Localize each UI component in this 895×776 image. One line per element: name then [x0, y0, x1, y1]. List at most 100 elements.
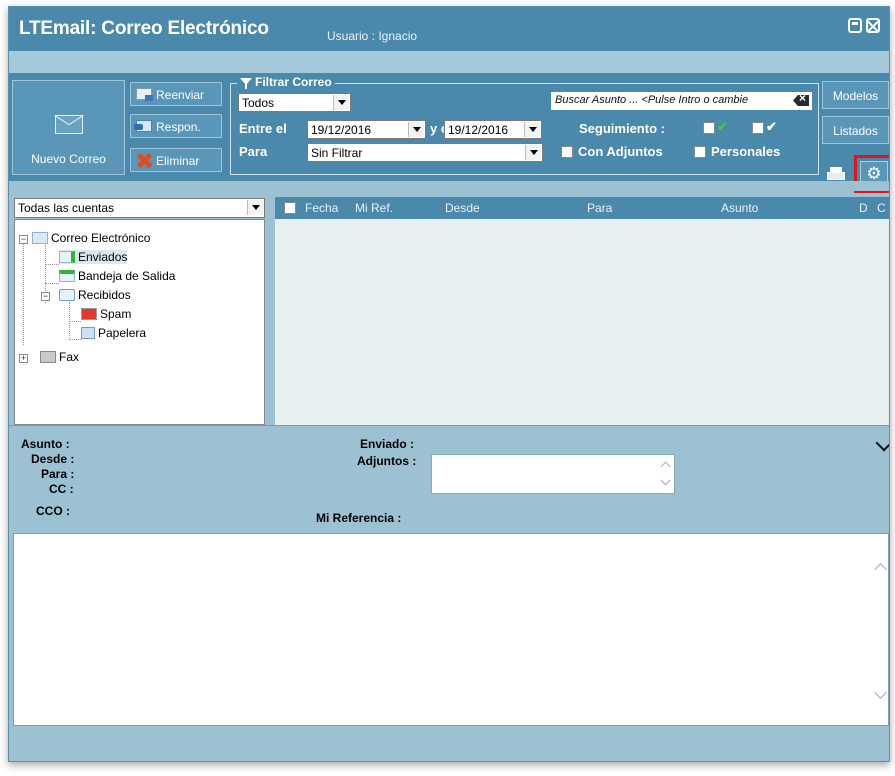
models-button[interactable]: Modelos — [822, 81, 889, 109]
col-c[interactable]: C — [877, 201, 886, 215]
for-filter-select[interactable]: Sin Filtrar — [307, 143, 543, 162]
close-icon[interactable] — [866, 18, 880, 33]
tracking-checkbox-2[interactable] — [752, 122, 764, 134]
message-detail: Asunto : Desde : Para : CC : CCO : Envia… — [9, 425, 889, 534]
tree-line — [45, 264, 59, 265]
col-subject[interactable]: Asunto — [721, 201, 758, 215]
collapse-root-icon[interactable]: − — [19, 235, 28, 244]
subject-search-input[interactable]: Buscar Asunto ... <Pulse Intro o cambie — [551, 92, 812, 110]
attachments-field-label: Adjuntos : — [357, 454, 417, 468]
chevron-down-icon[interactable] — [875, 434, 889, 452]
sent-mail-icon — [59, 251, 75, 263]
email-window: LTEmail: Correo Electrónico Usuario : Ig… — [8, 6, 890, 762]
tree-item-sent[interactable]: Enviados — [59, 250, 128, 264]
scroll-up-icon[interactable] — [874, 563, 887, 576]
title-bar: LTEmail: Correo Electrónico Usuario : Ig… — [9, 7, 889, 51]
accounts-value: Todas las cuentas — [18, 201, 115, 215]
user-label: Usuario : Ignacio — [327, 29, 418, 43]
filter-group: Filtrar Correo Todos Entre el 19/12/2016… — [230, 75, 819, 175]
clear-search-icon[interactable] — [793, 95, 809, 106]
tree-item-label: Correo Electrónico — [51, 231, 151, 245]
sent-label: Enviado : — [360, 437, 415, 451]
col-d[interactable]: D — [859, 201, 868, 215]
scroll-up-icon[interactable] — [660, 461, 671, 472]
tree-line — [69, 321, 81, 322]
from-label: Desde : — [31, 452, 75, 466]
toolbar: Nuevo Correo Reenviar Respon. Eliminar F… — [9, 73, 889, 193]
chevron-down-icon — [333, 95, 349, 110]
col-date[interactable]: Fecha — [305, 201, 338, 215]
between-label: Entre el — [239, 121, 287, 136]
date-from-picker[interactable]: 19/12/2016 — [307, 120, 426, 139]
mail-type-select[interactable]: Todos — [238, 93, 351, 112]
tree-item-outbox[interactable]: Bandeja de Salida — [59, 269, 175, 283]
tree-item-label: Recibidos — [78, 288, 131, 302]
for-label: Para — [239, 144, 268, 159]
reply-button[interactable]: Respon. — [130, 114, 222, 138]
tracking-checkbox-1[interactable] — [703, 122, 715, 134]
attachments-checkbox[interactable] — [561, 146, 573, 158]
message-body[interactable] — [13, 533, 889, 726]
expand-fax-icon[interactable]: + — [19, 354, 28, 363]
new-mail-button[interactable]: Nuevo Correo — [12, 80, 125, 175]
tree-line — [69, 339, 81, 340]
cc-label: CC : — [49, 482, 74, 496]
chevron-down-icon — [524, 122, 540, 137]
envelope-icon — [32, 232, 48, 244]
tree-item-mail[interactable]: Correo Electrónico — [32, 231, 150, 245]
delete-label: Eliminar — [156, 154, 200, 168]
menu-strip — [9, 51, 889, 73]
to-label: Para : — [41, 467, 75, 481]
date-to-picker[interactable]: 19/12/2016 — [444, 120, 542, 139]
col-to[interactable]: Para — [587, 201, 612, 215]
lists-label: Listados — [833, 124, 878, 138]
tree-item-fax[interactable]: Fax — [32, 350, 79, 364]
tree-item-spam[interactable]: Spam — [81, 307, 131, 321]
date-to-value: 19/12/2016 — [448, 123, 509, 137]
grid-header: Fecha Mi Ref. Desde Para Asunto D C — [275, 197, 889, 219]
tree-line — [69, 302, 70, 338]
tree-item-label: Fax — [59, 350, 80, 364]
chevron-down-icon — [247, 200, 263, 215]
forward-label: Reenviar — [156, 88, 205, 102]
mail-grid[interactable]: Fecha Mi Ref. Desde Para Asunto D C — [275, 197, 889, 425]
accounts-select[interactable]: Todas las cuentas — [14, 198, 265, 218]
date-from-value: 19/12/2016 — [311, 123, 372, 137]
collapse-received-icon[interactable]: − — [41, 292, 50, 301]
col-my-ref[interactable]: Mi Ref. — [355, 201, 393, 215]
green-check-icon: ✔ — [717, 119, 728, 134]
scroll-down-icon[interactable] — [660, 475, 671, 486]
tree-item-received[interactable]: Recibidos — [59, 288, 131, 302]
mail-type-value: Todos — [242, 96, 275, 110]
attachments-list[interactable] — [431, 454, 675, 494]
tree-item-trash[interactable]: Papelera — [81, 326, 146, 340]
col-from[interactable]: Desde — [445, 201, 480, 215]
forward-button[interactable]: Reenviar — [130, 82, 222, 106]
app-title: LTEmail: Correo Electrónico — [19, 18, 269, 39]
tree-item-label: Spam — [100, 307, 132, 321]
for-filter-value: Sin Filtrar — [311, 146, 363, 160]
my-reference-label: Mi Referencia : — [316, 511, 402, 525]
select-all-checkbox[interactable] — [284, 202, 296, 214]
tree-item-label: Papelera — [98, 326, 147, 340]
scroll-down-icon[interactable] — [874, 686, 887, 699]
body-scrollbar[interactable] — [872, 534, 888, 725]
reply-mail-icon — [134, 120, 152, 132]
delete-x-icon — [136, 154, 152, 166]
restore-icon[interactable] — [848, 18, 862, 33]
trash-icon — [81, 327, 95, 339]
personal-checkbox[interactable] — [694, 146, 706, 158]
filter-legend: Filtrar Correo — [237, 75, 335, 89]
delete-button[interactable]: Eliminar — [130, 148, 222, 172]
folder-tree[interactable]: − Correo Electrónico Enviados Bandeja de… — [14, 219, 265, 425]
models-label: Modelos — [832, 89, 879, 103]
personal-label: Personales — [711, 144, 781, 159]
tree-line — [45, 283, 59, 284]
filter-legend-text: Filtrar Correo — [255, 75, 332, 89]
subject-label: Asunto : — [21, 437, 70, 451]
attachments-scrollbar[interactable] — [658, 455, 674, 493]
lists-button[interactable]: Listados — [822, 116, 889, 144]
white-check-icon: ✔ — [766, 119, 777, 134]
reply-label: Respon. — [156, 120, 201, 134]
envelope-icon — [55, 115, 83, 134]
